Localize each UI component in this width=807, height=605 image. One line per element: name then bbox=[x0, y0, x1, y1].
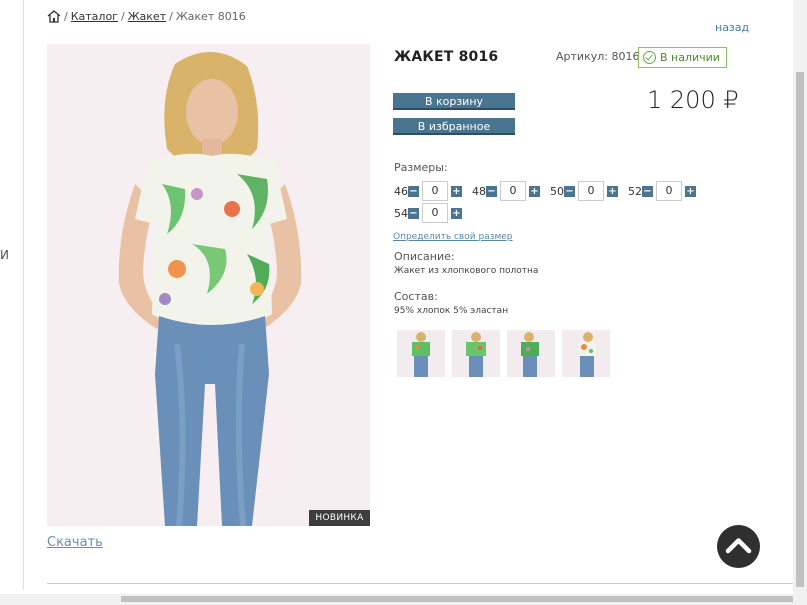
check-circle-icon bbox=[643, 51, 656, 64]
stock-badge: В наличии bbox=[638, 47, 727, 68]
vertical-scrollbar[interactable] bbox=[793, 0, 807, 594]
breadcrumb: / Каталог / Жакет / Жакет 8016 bbox=[47, 10, 246, 23]
composition-label: Состав: bbox=[394, 290, 438, 303]
size-number: 48 bbox=[472, 184, 486, 198]
size-row: 54 − 0 + bbox=[394, 203, 472, 223]
product-main-image[interactable] bbox=[47, 44, 370, 526]
home-icon[interactable] bbox=[47, 10, 61, 23]
size-row: 46 − 0 + 48 − 0 + 50 − 0 + 52 − 0 + bbox=[394, 181, 706, 201]
minus-icon[interactable]: − bbox=[564, 185, 575, 197]
footer-divider bbox=[47, 583, 793, 584]
vertical-scroll-thumb[interactable] bbox=[796, 72, 804, 587]
size-number: 52 bbox=[628, 184, 642, 198]
product-sku: Артикул: 8016 bbox=[556, 50, 640, 63]
horizontal-scrollbar[interactable] bbox=[0, 594, 807, 605]
download-link[interactable]: Скачать bbox=[47, 535, 103, 550]
size-number: 50 bbox=[550, 184, 564, 198]
thumbnail-image[interactable] bbox=[452, 330, 500, 377]
description-text: Жакет из хлопкового полотна bbox=[394, 266, 539, 276]
minus-icon[interactable]: − bbox=[408, 207, 419, 219]
quantity-input[interactable]: 0 bbox=[422, 181, 448, 201]
stock-label: В наличии bbox=[660, 51, 720, 64]
composition-text: 95% хлопок 5% эластан bbox=[394, 306, 509, 316]
breadcrumb-current: Жакет 8016 bbox=[175, 10, 246, 23]
minus-icon[interactable]: − bbox=[408, 185, 419, 197]
size-number: 46 bbox=[394, 184, 408, 198]
thumbnail-image[interactable] bbox=[397, 330, 445, 377]
chevron-up-icon bbox=[725, 538, 752, 554]
product-title: ЖАКЕТ 8016 bbox=[394, 49, 499, 65]
plus-icon[interactable]: + bbox=[451, 207, 462, 219]
product-price: 1 200 ₽ bbox=[647, 86, 739, 114]
plus-icon[interactable]: + bbox=[685, 185, 696, 197]
breadcrumb-separator: / bbox=[169, 10, 173, 23]
sidebar-edge-text: И bbox=[0, 248, 9, 262]
minus-icon[interactable]: − bbox=[642, 185, 653, 197]
left-border bbox=[23, 0, 24, 590]
quantity-input[interactable]: 0 bbox=[422, 203, 448, 223]
size-item-54: 54 − 0 + bbox=[394, 203, 462, 223]
thumbnail-gallery bbox=[397, 330, 610, 377]
horizontal-scroll-thumb[interactable] bbox=[121, 596, 793, 602]
add-to-favorites-button[interactable]: В избранное bbox=[393, 118, 515, 135]
new-badge: НОВИНКА bbox=[309, 510, 370, 526]
plus-icon[interactable]: + bbox=[451, 185, 462, 197]
thumbnail-image[interactable] bbox=[507, 330, 555, 377]
add-to-cart-button[interactable]: В корзину bbox=[393, 93, 515, 110]
size-number: 54 bbox=[394, 206, 408, 220]
model-illustration bbox=[47, 44, 370, 526]
breadcrumb-catalog-link[interactable]: Каталог bbox=[71, 10, 118, 23]
size-item-48: 48 − 0 + bbox=[472, 181, 540, 201]
scroll-to-top-button[interactable] bbox=[717, 525, 760, 568]
breadcrumb-separator: / bbox=[120, 10, 125, 23]
size-item-50: 50 − 0 + bbox=[550, 181, 618, 201]
plus-icon[interactable]: + bbox=[607, 185, 618, 197]
size-item-52: 52 − 0 + bbox=[628, 181, 696, 201]
quantity-input[interactable]: 0 bbox=[578, 181, 604, 201]
minus-icon[interactable]: − bbox=[486, 185, 497, 197]
breadcrumb-separator: / bbox=[64, 10, 68, 23]
plus-icon[interactable]: + bbox=[529, 185, 540, 197]
size-item-46: 46 − 0 + bbox=[394, 181, 462, 201]
breadcrumb-jacket-link[interactable]: Жакет bbox=[128, 10, 166, 23]
sizes-label: Размеры: bbox=[394, 161, 448, 174]
find-size-link[interactable]: Определить свой размер bbox=[393, 232, 513, 242]
description-label: Описание: bbox=[394, 250, 455, 263]
quantity-input[interactable]: 0 bbox=[656, 181, 682, 201]
thumbnail-image[interactable] bbox=[562, 330, 610, 377]
quantity-input[interactable]: 0 bbox=[500, 181, 526, 201]
back-link[interactable]: назад bbox=[715, 21, 749, 34]
